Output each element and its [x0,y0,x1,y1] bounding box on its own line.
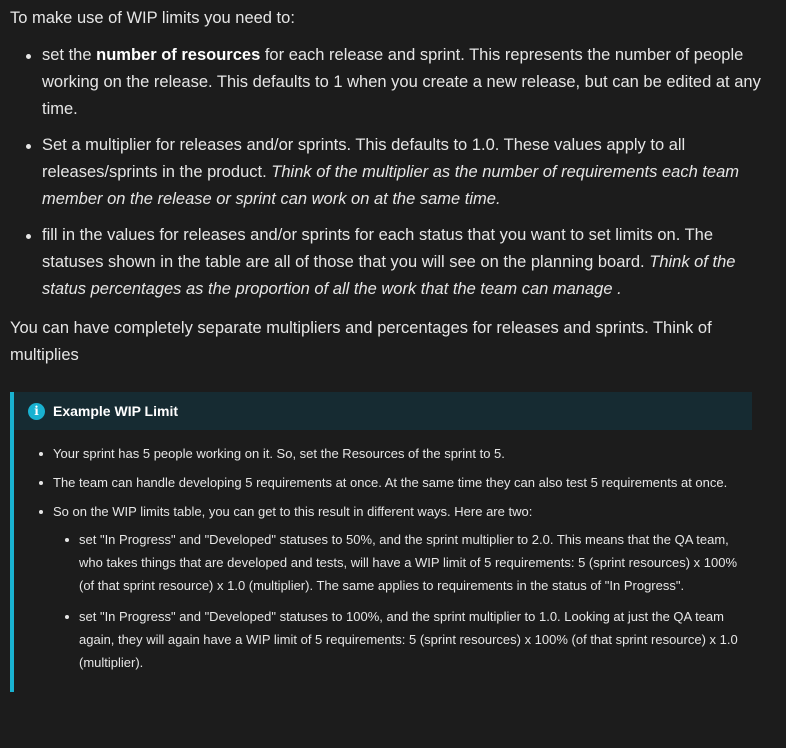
sub-list-item: set "In Progress" and "Developed" status… [65,528,742,597]
callout-header: i Example WIP Limit [14,392,752,430]
sub-list-item: set "In Progress" and "Developed" status… [65,605,742,674]
callout-body: Your sprint has 5 people working on it. … [14,430,752,692]
requirements-list: set the number of resources for each rel… [10,42,776,303]
callout-title: Example WIP Limit [53,403,178,419]
list-item: The team can handle developing 5 require… [39,471,742,494]
info-icon: i [28,402,45,420]
example-list: Your sprint has 5 people working on it. … [36,442,742,674]
list-item: So on the WIP limits table, you can get … [39,500,742,674]
document-page: To make use of WIP limits you need to: s… [0,0,786,692]
example-sublist: set "In Progress" and "Developed" status… [53,528,742,674]
intro-text: To make use of WIP limits you need to: [10,9,295,27]
list-item: Set a multiplier for releases and/or spr… [26,132,776,213]
separate-text: You can have completely separate multipl… [10,319,712,364]
list-item-text: fill in the values for releases and/or s… [42,226,714,271]
list-item: fill in the values for releases and/or s… [26,222,776,303]
list-item: set the number of resources for each rel… [26,42,776,123]
example-callout: i Example WIP Limit Your sprint has 5 pe… [10,392,752,692]
list-item: Your sprint has 5 people working on it. … [39,442,742,465]
list-item-text: set the [42,46,97,64]
list-item-text: So on the WIP limits table, you can get … [53,504,533,519]
bold-term: number of resources [96,46,261,64]
